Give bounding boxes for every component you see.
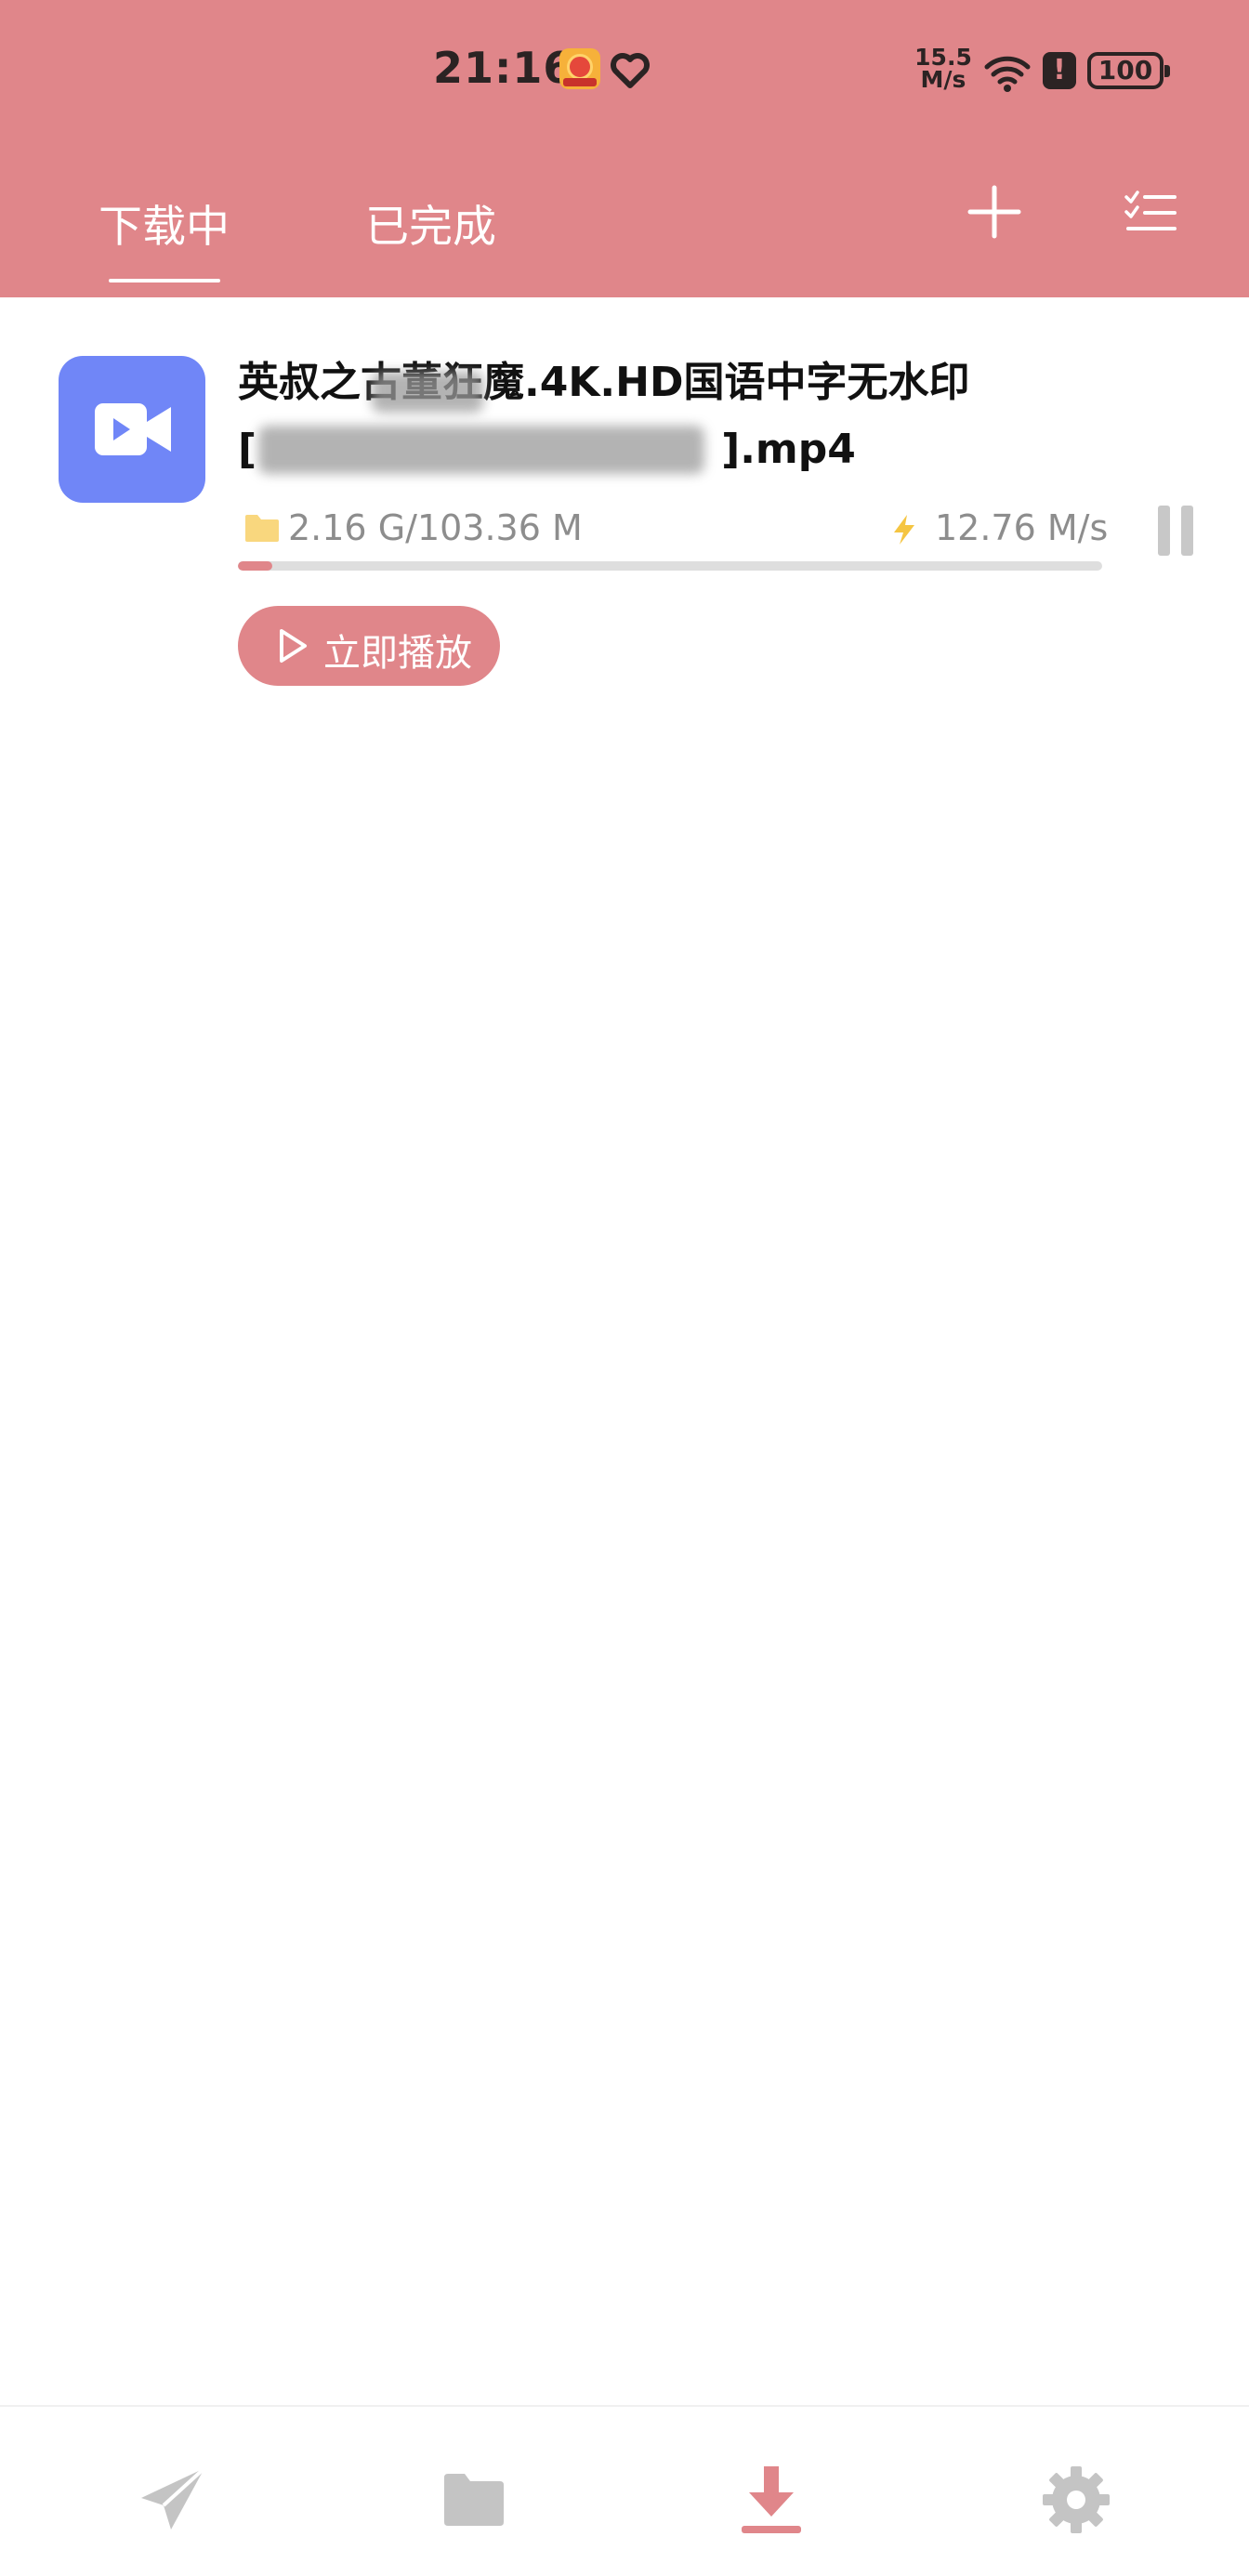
add-icon[interactable]	[966, 184, 1022, 240]
send-icon[interactable]	[136, 2463, 210, 2537]
battery-icon: 100	[1087, 52, 1170, 89]
tab-completed[interactable]: 已完成	[365, 191, 496, 255]
network-speed: 15.5 M/s	[914, 44, 972, 93]
pause-button[interactable]	[1152, 502, 1199, 561]
bottom-navigation	[0, 2405, 1249, 2576]
app-header: 21:16 15.5 M/s ! 100 下载中 已完成	[0, 0, 1249, 297]
download-size: 2.16 G/103.36 M	[288, 507, 583, 548]
status-time: 21:16	[433, 43, 574, 93]
download-item[interactable]: 英叔之古董狂魔.4K.HD国语中字无水印 [].mp4 2.16 G/103.3…	[0, 297, 1249, 706]
checklist-icon[interactable]	[1124, 190, 1177, 234]
screen: 21:16 15.5 M/s ! 100 下载中 已完成 英叔之古董狂魔.4K.…	[0, 0, 1249, 2576]
status-bar: 21:16 15.5 M/s ! 100	[0, 0, 1249, 139]
video-camera-icon	[95, 403, 171, 455]
health-heart-icon	[611, 53, 650, 88]
active-tab-indicator	[109, 279, 220, 283]
download-icon[interactable]	[734, 2463, 809, 2537]
settings-icon[interactable]	[1039, 2463, 1113, 2537]
folder-icon[interactable]	[437, 2463, 511, 2537]
redaction-blur	[258, 426, 704, 474]
lightning-bolt-icon	[894, 515, 914, 545]
video-file-thumbnail	[59, 356, 205, 503]
play-now-label: 立即播放	[323, 632, 472, 675]
folder-icon	[245, 515, 279, 542]
redaction-blur	[372, 372, 483, 413]
download-progress-fill	[238, 561, 273, 571]
wifi-icon	[984, 56, 1031, 92]
notification-app-icon	[559, 48, 600, 89]
play-icon	[280, 629, 307, 663]
download-progress-bar	[238, 561, 1102, 571]
download-speed: 12.76 M/s	[935, 507, 1109, 548]
play-now-button[interactable]: 立即播放	[238, 606, 500, 686]
file-name-line-1: 英叔之古董狂魔.4K.HD国语中字无水印	[238, 359, 970, 406]
alert-icon: !	[1043, 52, 1076, 89]
tab-downloading[interactable]: 下载中	[99, 191, 230, 255]
